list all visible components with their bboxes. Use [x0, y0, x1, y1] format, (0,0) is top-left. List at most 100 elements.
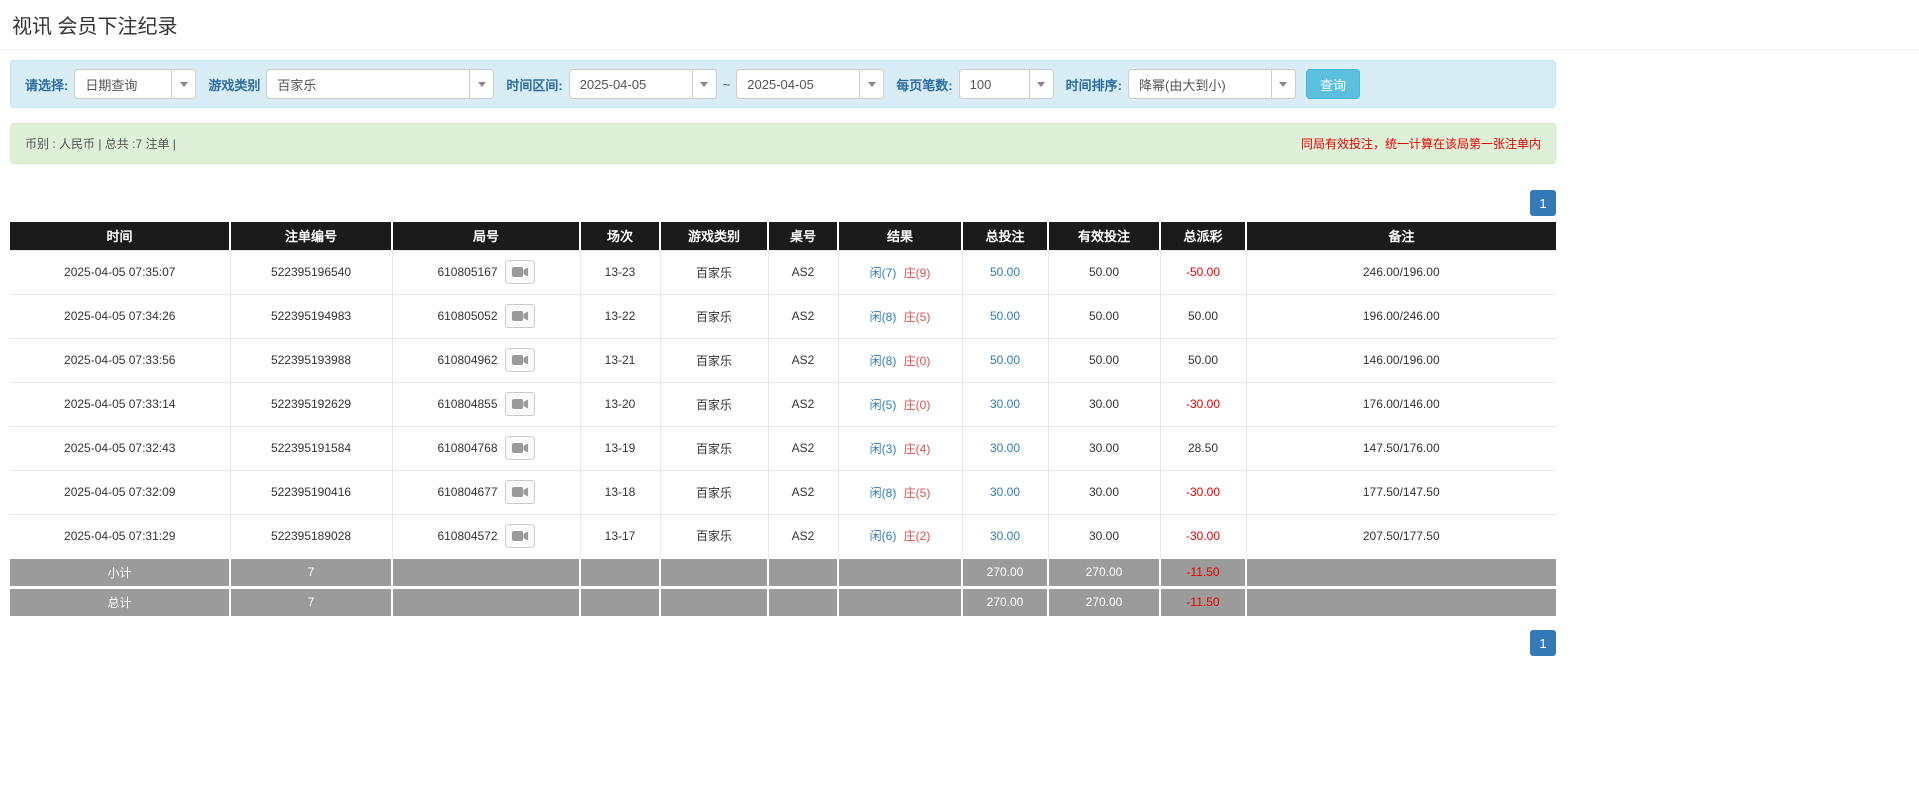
session-number: 13-20: [604, 397, 636, 411]
date-to-value: 2025-04-05: [747, 76, 814, 92]
total-bet-link[interactable]: 30.00: [990, 397, 1020, 411]
total-bet-link[interactable]: 50.00: [990, 309, 1020, 323]
bet-id: 522395196540: [270, 265, 352, 279]
time-cell: 2025-04-05 07:33:14: [10, 381, 231, 427]
table-no-cell: AS2: [767, 293, 839, 339]
table-no-cell: AS2: [767, 337, 839, 383]
bet-id-cell: 522395189028: [229, 513, 393, 559]
bet-id: 522395194983: [270, 309, 352, 323]
col-header-table-no: 桌号: [768, 222, 839, 250]
video-replay-button[interactable]: [504, 436, 535, 460]
empty-cell: [838, 585, 963, 616]
valid-bet: 30.00: [1088, 441, 1120, 455]
empty-cell: [392, 557, 581, 587]
query-type-dropdown[interactable]: 日期查询: [74, 69, 197, 99]
video-replay-button[interactable]: [504, 260, 535, 284]
total-bet-link[interactable]: 30.00: [990, 529, 1020, 543]
page-header: 视讯 会员下注纪录: [0, 0, 1919, 50]
subtotal-count: 7: [230, 557, 393, 587]
time-cell: 2025-04-05 07:32:43: [10, 425, 231, 471]
sort-order-dropdown[interactable]: 降幂(由大到小): [1127, 69, 1296, 99]
game-type: 百家乐: [695, 309, 732, 324]
total-bet-cell: 30.00: [961, 425, 1049, 471]
video-replay-button[interactable]: [504, 348, 535, 372]
total-bet-link[interactable]: 30.00: [990, 441, 1020, 455]
payout-cell: -30.00: [1159, 513, 1247, 559]
col-header-valid-bet: 有效投注: [1048, 222, 1161, 250]
result-player: 闲(3): [869, 441, 897, 456]
valid-bet-cell: 50.00: [1047, 249, 1161, 295]
empty-cell: [768, 557, 839, 587]
valid-bet: 30.00: [1088, 397, 1120, 411]
session-cell: 13-21: [579, 337, 661, 383]
round-cell: 610805167: [391, 249, 581, 295]
video-replay-button[interactable]: [504, 304, 535, 328]
bet-id-cell: 522395193988: [229, 337, 393, 383]
valid-bet: 50.00: [1088, 353, 1120, 367]
bet-id-cell: 522395192629: [229, 381, 393, 427]
date-from-picker[interactable]: 2025-04-05: [568, 69, 717, 99]
result-cell: 闲(3) 庄(4): [837, 425, 963, 471]
page-size-dropdown[interactable]: 100: [958, 69, 1054, 99]
result-cell: 闲(8) 庄(5): [837, 293, 963, 339]
video-replay-button[interactable]: [504, 523, 535, 548]
page-1-button[interactable]: 1: [1530, 630, 1556, 656]
valid-bet: 50.00: [1088, 309, 1120, 323]
total-bet-link[interactable]: 30.00: [990, 485, 1020, 499]
time-cell: 2025-04-05 07:35:07: [10, 249, 231, 295]
total-label: 总计: [10, 585, 231, 616]
currency-total-text: 币别 : 人民币 | 总共 :7 注单 |: [25, 137, 176, 151]
empty-cell: [660, 557, 769, 587]
game-type: 百家乐: [695, 397, 732, 412]
payout-amount: 50.00: [1187, 353, 1219, 367]
table-row: 2025-04-05 07:33:56 522395193988 6108049…: [10, 337, 1556, 383]
video-camera-icon: [511, 487, 528, 497]
game-type-cell: 百家乐: [659, 337, 769, 383]
bet-id: 522395191584: [270, 441, 352, 455]
session-cell: 13-17: [579, 513, 661, 559]
session-number: 13-19: [604, 441, 636, 455]
remark-text: 196.00/246.00: [1362, 309, 1440, 323]
time-range-label: 时间区间:: [506, 77, 563, 93]
page-1-button[interactable]: 1: [1530, 190, 1556, 216]
video-camera-icon: [511, 267, 528, 277]
game-type-dropdown[interactable]: 百家乐: [266, 69, 495, 99]
total-total-bet: 270.00: [962, 585, 1049, 616]
round-cell: 610804855: [391, 381, 581, 427]
game-type: 百家乐: [695, 265, 732, 280]
session-number: 13-18: [604, 485, 636, 499]
search-button[interactable]: 查询: [1305, 69, 1360, 99]
total-valid-bet: 270.00: [1048, 585, 1161, 616]
result-cell: 闲(6) 庄(2): [837, 513, 963, 559]
table-no-cell: AS2: [767, 425, 839, 471]
game-type-cell: 百家乐: [659, 425, 769, 471]
payout-cell: -30.00: [1159, 469, 1247, 515]
result-banker: 庄(4): [903, 441, 931, 456]
time-cell: 2025-04-05 07:34:26: [10, 293, 231, 339]
table-number: AS2: [791, 528, 815, 543]
payout-cell: 28.50: [1159, 425, 1247, 471]
game-type: 百家乐: [695, 441, 732, 456]
remark-cell: 176.00/146.00: [1245, 381, 1556, 427]
date-to-picker[interactable]: 2025-04-05: [736, 69, 885, 99]
remark-cell: 246.00/196.00: [1245, 249, 1556, 295]
total-bet-link[interactable]: 50.00: [990, 265, 1020, 279]
chevron-down-icon: [859, 70, 884, 98]
session-number: 13-17: [604, 528, 636, 543]
bet-id: 522395190416: [270, 485, 352, 499]
total-bet-cell: 50.00: [961, 337, 1049, 383]
result-banker: 庄(5): [903, 309, 931, 324]
table-row: 2025-04-05 07:32:43 522395191584 6108047…: [10, 425, 1556, 471]
video-replay-button[interactable]: [504, 480, 535, 504]
payout-cell: -50.00: [1159, 249, 1247, 295]
round-id: 610805167: [437, 265, 498, 279]
video-replay-button[interactable]: [504, 392, 535, 416]
table-number: AS2: [791, 397, 815, 411]
result-banker: 庄(0): [903, 353, 931, 368]
table-no-cell: AS2: [767, 249, 839, 295]
valid-bet: 30.00: [1088, 485, 1120, 499]
select-type-label: 请选择:: [25, 77, 69, 93]
result-cell: 闲(5) 庄(0): [837, 381, 963, 427]
video-camera-icon: [511, 443, 528, 453]
total-bet-link[interactable]: 50.00: [990, 353, 1020, 367]
